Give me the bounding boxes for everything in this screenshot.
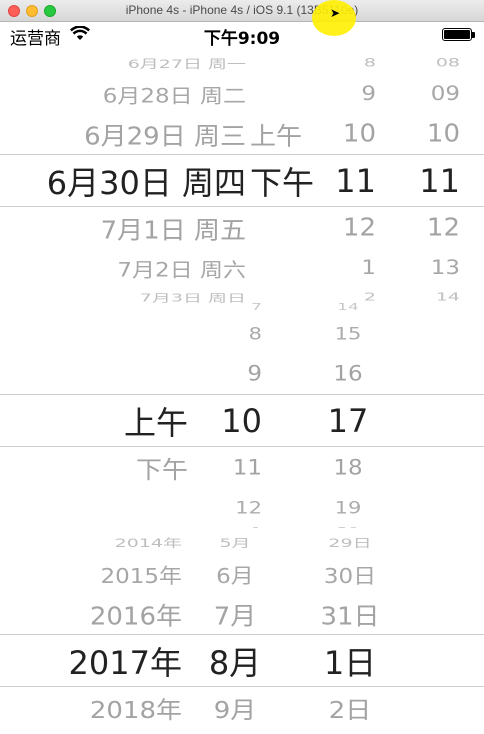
battery-icon	[442, 28, 472, 41]
battery-tip	[472, 32, 475, 38]
day-column-item[interactable]: 30日	[300, 556, 400, 591]
hour-column-selected-item[interactable]: 10	[200, 398, 262, 444]
date-column[interactable]: 6月27日 周一 6月28日 周二 6月29日 周三 6月30日 周四 7月1日 周五 7…	[0, 48, 246, 310]
minute-column[interactable]: 14151617181920	[300, 296, 396, 529]
day-column[interactable]: 29日 30日 31日 1日 2日	[300, 520, 400, 734]
date-column-item[interactable]: 7月2日 周六	[0, 251, 246, 285]
minute-column-item[interactable]: 12	[380, 209, 460, 247]
date-column-item[interactable]: 6月29日 周三	[0, 115, 246, 153]
hour-column-item[interactable]: 9	[320, 77, 376, 111]
datetime-picker[interactable]: 6月27日 周一 6月28日 周二 6月29日 周三 6月30日 周四 7月1日 周五 7…	[0, 48, 484, 310]
month-column-item[interactable]: 5月	[200, 534, 270, 551]
month-column-selected-item[interactable]: 8月	[200, 638, 270, 684]
minute-column-selected-item[interactable]: 17	[300, 398, 396, 444]
day-column-item[interactable]: 31日	[300, 595, 400, 633]
hour-column-item[interactable]: 8	[320, 54, 376, 73]
hour-column-item[interactable]: 10	[320, 115, 376, 153]
month-column-item[interactable]: 6月	[200, 556, 270, 591]
hour-column-item[interactable]: 12	[320, 209, 376, 247]
month-column-item[interactable]: 7月	[200, 595, 270, 633]
minute-column-item[interactable]: 14	[300, 301, 396, 313]
minute-column-item[interactable]: 10	[380, 115, 460, 153]
date-column-item[interactable]: 7月1日 周五	[0, 209, 246, 247]
mouse-pointer-icon: ➤	[330, 6, 341, 20]
year-column[interactable]: 2014年 2015年 2016年 2017年 2018年	[40, 520, 182, 734]
date-column-item[interactable]: 6月27日 周一	[0, 54, 246, 73]
status-time: 下午9:09	[203, 29, 281, 49]
date-column-item[interactable]: 6月28日 周二	[0, 77, 246, 111]
day-column-item[interactable]: 2日	[300, 690, 400, 726]
date-picker[interactable]: 2014年 2015年 2016年 2017年 2018年 5月 6月 7月 8月 9月 29日 30…	[0, 520, 484, 734]
day-column-selected-item[interactable]: 1日	[300, 638, 400, 684]
simulator-title-bar: iPhone 4s - iPhone 4s / iOS 9.1 (13B5110…	[0, 0, 484, 22]
year-column-item[interactable]: 2016年	[40, 595, 182, 633]
hour-column-item[interactable]: 9	[200, 356, 262, 393]
window-title: iPhone 4s - iPhone 4s / iOS 9.1 (13B5110…	[125, 3, 359, 17]
ios-status-bar: 运营商 下午9:09	[0, 22, 484, 49]
ampm-column-item[interactable]: 下午	[60, 450, 188, 487]
hour-column-item[interactable]: 11	[200, 450, 262, 487]
month-column[interactable]: 5月 6月 7月 8月 9月	[200, 520, 270, 734]
ampm-column-selected-item[interactable]: 上午	[60, 398, 188, 444]
hour-column[interactable]: 8 9 10 11 12 1 2	[320, 48, 376, 310]
year-column-item[interactable]: 2015年	[40, 556, 182, 591]
year-column-selected-item[interactable]: 2017年	[40, 638, 182, 684]
minute-column-item[interactable]: 13	[380, 251, 460, 285]
minute-column-item[interactable]: 16	[300, 356, 396, 393]
ampm-column[interactable]: 上午 下午	[60, 296, 188, 528]
date-column-selected-item[interactable]: 6月30日 周四	[0, 158, 246, 204]
ampm-column[interactable]: 上午 下午	[250, 48, 320, 310]
month-column-item[interactable]: 9月	[200, 690, 270, 726]
day-column-item[interactable]: 29日	[300, 534, 400, 551]
hour-column-item[interactable]: 1	[320, 251, 376, 285]
year-column-item[interactable]: 2014年	[40, 534, 182, 551]
year-column-item[interactable]: 2018年	[40, 690, 182, 726]
time-picker[interactable]: 上午下午789101112114151617181920	[0, 296, 484, 528]
minute-column-item[interactable]: 18	[300, 450, 396, 487]
hour-column-selected-item[interactable]: 11	[320, 158, 376, 204]
hour-column-item[interactable]: 7	[200, 301, 262, 313]
minute-column-item[interactable]: 08	[380, 54, 460, 73]
hour-column-item[interactable]: 8	[200, 318, 262, 350]
ampm-column-item[interactable]: 上午	[250, 115, 320, 153]
hour-column[interactable]: 7891011121	[200, 296, 262, 529]
minute-column-item[interactable]: 15	[300, 318, 396, 350]
minute-column[interactable]: 08 09 10 11 12 13 14	[380, 48, 460, 310]
minute-column-selected-item[interactable]: 11	[380, 158, 460, 204]
ampm-column-selected-item[interactable]: 下午	[250, 158, 320, 204]
minute-column-item[interactable]: 09	[380, 77, 460, 111]
